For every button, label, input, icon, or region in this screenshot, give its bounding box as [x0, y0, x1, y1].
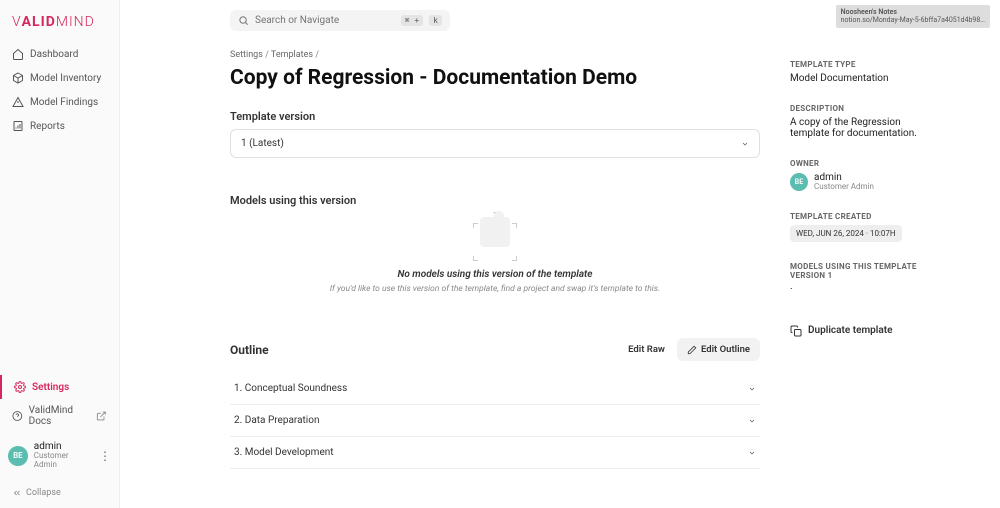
nav-label: Settings — [32, 382, 69, 393]
home-icon — [12, 48, 24, 60]
bc-settings[interactable]: Settings — [230, 50, 263, 60]
meta-desc-value: A copy of the Regression template for do… — [790, 117, 920, 139]
search-bar[interactable]: ⌘ + k — [230, 10, 450, 31]
user-menu-button[interactable]: ⋮ — [99, 449, 111, 463]
pencil-icon — [687, 345, 697, 355]
bc-templates[interactable]: Templates — [271, 50, 313, 60]
empty-subtitle: If you'd like to use this version of the… — [230, 284, 760, 294]
meta-type-label: TEMPLATE TYPE — [790, 60, 970, 69]
user-avatar: BE — [8, 446, 28, 466]
meta-using-value: · — [790, 284, 970, 295]
models-label: Models using this version — [230, 194, 760, 207]
outline-item[interactable]: 3. Model Development — [230, 437, 760, 469]
nav-label: ValidMind Docs — [29, 405, 91, 427]
duplicate-button[interactable]: Duplicate template — [790, 325, 970, 337]
collapse-sidebar[interactable]: Collapse — [0, 478, 119, 508]
help-icon — [12, 410, 23, 422]
meta-using-label: MODELS USING THIS TEMPLATE VERSION 1 — [790, 262, 920, 280]
version-label: Template version — [230, 110, 760, 123]
edit-raw-button[interactable]: Edit Raw — [628, 344, 665, 355]
chevron-down-icon — [748, 449, 756, 457]
nav-label: Model Findings — [30, 97, 98, 108]
version-select[interactable]: 1 (Latest) — [230, 129, 760, 158]
kbd-hint: k — [429, 15, 442, 26]
meta-desc-label: DESCRIPTION — [790, 104, 970, 113]
nav-docs[interactable]: ValidMind Docs — [0, 399, 119, 433]
outline-label: Outline — [230, 343, 269, 357]
nav-label: Reports — [30, 121, 65, 132]
empty-state: ? No models using this version of the te… — [230, 217, 760, 294]
logo: VALIDMIND — [0, 8, 119, 42]
browser-tooltip: Noosheen's Notes notion.so/Monday-May-5-… — [836, 5, 990, 28]
sidebar: VALIDMIND Dashboard Model Inventory Mode… — [0, 0, 120, 508]
version-value: 1 (Latest) — [241, 138, 284, 149]
outline-item[interactable]: 2. Data Preparation — [230, 405, 760, 437]
chevron-down-icon — [748, 417, 756, 425]
owner-avatar: BE — [790, 173, 808, 191]
collapse-label: Collapse — [26, 488, 61, 498]
page-title: Copy of Regression - Documentation Demo — [230, 66, 760, 90]
nav-settings[interactable]: Settings — [0, 375, 119, 399]
nav-label: Dashboard — [30, 49, 78, 60]
nav-dashboard[interactable]: Dashboard — [0, 42, 119, 66]
main: ⌘ + k Noosheen's Notes notion.so/Monday-… — [120, 0, 1000, 508]
user-block: BE admin Customer Admin ⋮ — [0, 433, 119, 478]
chevron-down-icon — [741, 140, 749, 148]
nav-inventory[interactable]: Model Inventory — [0, 66, 119, 90]
chevron-left-icon — [12, 488, 22, 498]
user-role: Customer Admin — [34, 452, 93, 470]
search-icon — [238, 15, 249, 26]
chevron-down-icon — [748, 385, 756, 393]
breadcrumb: Settings / Templates / — [230, 50, 760, 60]
edit-outline-button[interactable]: Edit Outline — [677, 338, 760, 361]
cube-icon — [12, 72, 24, 84]
nav-label: Model Inventory — [30, 73, 101, 84]
copy-icon — [790, 325, 802, 337]
meta-owner-label: OWNER — [790, 159, 970, 168]
owner-role: Customer Admin — [814, 183, 874, 192]
nav-reports[interactable]: Reports — [0, 114, 119, 138]
meta-type-value: Model Documentation — [790, 73, 970, 84]
nav-findings[interactable]: Model Findings — [0, 90, 119, 114]
search-input[interactable] — [255, 15, 395, 26]
gear-icon — [14, 381, 26, 393]
warning-icon — [12, 96, 24, 108]
empty-illustration: ? — [473, 217, 517, 261]
outline-item[interactable]: 1. Conceptual Soundness — [230, 373, 760, 405]
kbd-hint: ⌘ + — [401, 15, 423, 26]
meta-created-label: TEMPLATE CREATED — [790, 212, 970, 221]
puzzle-icon — [480, 217, 510, 247]
external-icon — [96, 410, 107, 422]
empty-title: No models using this version of the temp… — [230, 269, 760, 280]
meta-created-badge: WED, JUN 26, 2024 · 10:07H — [790, 225, 902, 242]
report-icon — [12, 120, 24, 132]
